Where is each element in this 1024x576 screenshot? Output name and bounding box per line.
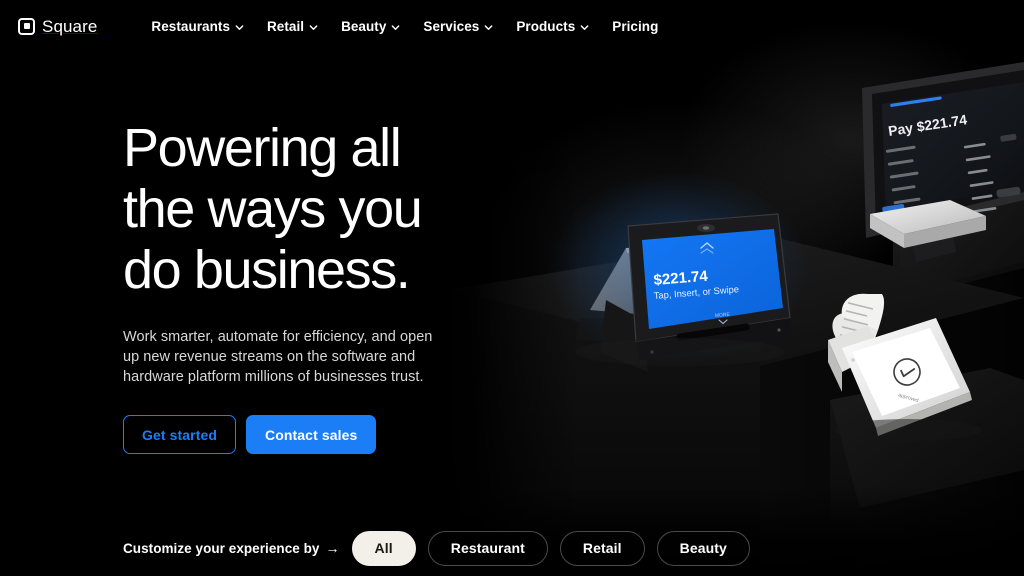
nav-item-label: Pricing — [612, 18, 659, 34]
nav-item-label: Products — [516, 18, 576, 34]
chevron-down-icon — [235, 24, 244, 30]
arrow-right-icon: → — [325, 540, 340, 556]
get-started-button[interactable]: Get started — [123, 415, 237, 454]
nav-item-restaurants[interactable]: Restaurants — [141, 13, 254, 40]
customize-label-text: Customize your experience by — [123, 540, 320, 556]
chevron-down-icon — [580, 24, 589, 30]
page-title: Powering all the ways you do business. — [123, 118, 423, 300]
nav-item-label: Restaurants — [151, 18, 230, 34]
nav-item-products[interactable]: Products — [506, 13, 599, 40]
hero-section: Powering all the ways you do business. W… — [123, 118, 523, 454]
site-header: Square Restaurants Retail Beauty Service… — [0, 0, 1024, 52]
nav-item-retail[interactable]: Retail — [257, 13, 328, 40]
landing-page: $221.74 Tap, Insert, or Swipe MORE Pay $… — [0, 0, 1024, 576]
nav-item-label: Retail — [267, 18, 305, 34]
customize-label: Customize your experience by → — [123, 541, 340, 556]
chevron-down-icon — [392, 24, 400, 30]
contact-sales-button[interactable]: Contact sales — [246, 415, 377, 454]
filter-pill-all[interactable]: All — [351, 530, 416, 566]
nav-item-services[interactable]: Services — [413, 13, 503, 40]
hero-description: Work smarter, automate for efficiency, a… — [123, 329, 433, 385]
nav-item-beauty[interactable]: Beauty — [331, 13, 410, 40]
filter-pill-retail[interactable]: Retail — [559, 530, 645, 566]
chevron-down-icon — [484, 24, 493, 30]
filter-pill-restaurant[interactable]: Restaurant — [427, 530, 548, 566]
chevron-down-icon — [309, 24, 318, 30]
svg-text:MORE: MORE — [715, 312, 731, 319]
brand-name: Square — [42, 16, 98, 36]
nav-item-label: Services — [423, 18, 480, 34]
square-logo-icon — [18, 17, 35, 35]
hero-cta-row: Get started Contact sales — [123, 415, 523, 454]
nav-item-pricing[interactable]: Pricing — [602, 13, 668, 40]
customize-experience-bar: Customize your experience by → All Resta… — [123, 520, 750, 576]
filter-pill-beauty[interactable]: Beauty — [656, 530, 750, 566]
square-logo-link[interactable]: Square — [12, 14, 103, 39]
nav-item-label: Beauty — [341, 18, 387, 34]
primary-nav: Restaurants Retail Beauty Services Produ… — [141, 13, 668, 40]
